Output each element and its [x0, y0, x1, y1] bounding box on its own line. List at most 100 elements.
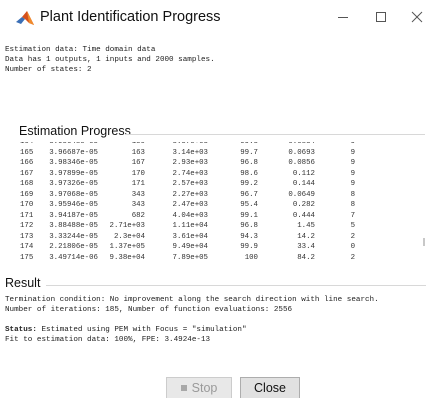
plant-identification-window: Plant Identification Progress Estimation…	[0, 0, 434, 398]
table-cell: 9	[350, 180, 355, 188]
table-cell: 100	[244, 253, 258, 262]
close-icon	[411, 10, 423, 28]
table-cell: 150	[131, 142, 145, 146]
table-cell: 171	[131, 180, 145, 188]
table-cell: 2.71e+03	[109, 222, 145, 230]
table-cell: 173	[20, 232, 34, 241]
table-cell: 5	[350, 222, 355, 230]
iterations-summary: Number of iterations: 185, Number of fun…	[5, 306, 293, 314]
table-cell: 0.0856	[288, 159, 315, 167]
estimation-info: Estimation data: Time domain data Data h…	[5, 45, 215, 75]
table-cell: 3.95648e-05	[49, 142, 98, 146]
info-line: Number of states: 2	[5, 66, 92, 74]
table-cell: 163	[131, 148, 145, 157]
estimation-progress-header: Estimation Progress	[19, 124, 131, 138]
table-cell: 9	[350, 159, 355, 167]
table-cell: 3.33244e-05	[49, 232, 98, 241]
termination-condition: Termination condition: No improvement al…	[5, 296, 379, 304]
table-cell: 33.4	[297, 243, 315, 251]
estimation-progress-table[interactable]: 164 3.95648e-05 150 3.57e+03 99.3 0.0834 9 165 3…	[5, 142, 427, 272]
info-line: Estimation data: Time domain data	[5, 46, 156, 54]
table-cell: 9	[350, 169, 355, 178]
minimize-icon	[337, 10, 349, 28]
table-cell: 0.112	[292, 169, 315, 178]
table-cell: 164	[20, 142, 34, 146]
close-button-label: Close	[254, 381, 286, 395]
window-title: Plant Identification Progress	[40, 9, 221, 25]
scroll-thumb[interactable]	[423, 238, 425, 246]
table-cell: 3.96687e-05	[49, 148, 98, 157]
status-label: Status:	[5, 326, 37, 334]
table-cell: 1.11e+04	[172, 222, 208, 230]
stop-button[interactable]: Stop	[166, 377, 232, 398]
table-cell: 168	[20, 180, 34, 188]
stop-button-label: Stop	[191, 381, 218, 395]
table-cell: 165	[20, 148, 34, 157]
table-cell: 0.0834	[288, 142, 315, 146]
section-divider	[125, 134, 425, 135]
table-cell: 7.89e+05	[172, 253, 208, 262]
minimize-button[interactable]	[322, 4, 364, 34]
table-cell: 0.0693	[288, 148, 315, 157]
table-cell: 166	[20, 159, 34, 167]
table-cell: 0	[350, 243, 355, 251]
table-cell: 96.7	[240, 190, 258, 199]
table-cell: 94.3	[240, 232, 258, 241]
table-cell: 2.57e+03	[172, 180, 208, 188]
table-cell: 171	[20, 211, 34, 220]
table-scrollbar[interactable]	[421, 142, 427, 272]
button-bar: Stop Close	[0, 370, 434, 398]
maximize-icon	[375, 10, 387, 28]
table-cell: 3.88488e-05	[49, 222, 98, 230]
result-header: Result	[5, 276, 41, 290]
table-cell: 3.97068e-05	[49, 190, 98, 199]
table-cell: 2.47e+03	[172, 201, 208, 209]
title-bar: Plant Identification Progress	[0, 0, 434, 40]
table-cell: 2.27e+03	[172, 190, 208, 199]
table-cell: 167	[20, 169, 34, 178]
table-cell: 7	[350, 211, 355, 220]
table-cell: 99.7	[240, 148, 258, 157]
table-cell: 1.45	[297, 222, 315, 230]
table-cell: 3.57e+03	[172, 142, 208, 146]
table-cell: 0.144	[292, 180, 315, 188]
table-cell: 3.14e+03	[172, 148, 208, 157]
table-cell: 3.94187e-05	[49, 211, 98, 220]
table-cell: 84.2	[297, 253, 315, 262]
table-cell: 3.95946e-05	[49, 201, 98, 209]
table-cell: 99.3	[240, 142, 258, 146]
table-cell: 99.9	[240, 243, 258, 251]
table-cell: 2.3e+04	[113, 232, 145, 241]
table-cell: 98.6	[240, 169, 258, 178]
table-cell: 4.04e+03	[172, 211, 208, 220]
table-cell: 174	[20, 243, 34, 251]
stop-icon	[180, 385, 187, 391]
table-viewport: 164 3.95648e-05 150 3.57e+03 99.3 0.0834 9 165 3…	[5, 142, 421, 272]
table-cell: 172	[20, 222, 34, 230]
table-cell: 167	[131, 159, 145, 167]
table-cell: 0.444	[292, 211, 315, 220]
table-cell: 99.1	[240, 211, 258, 220]
table-cell: 3.97899e-05	[49, 169, 98, 178]
status-value: Estimated using PEM with Focus = "simula…	[36, 326, 247, 334]
table-cell: 1.37e+05	[109, 243, 145, 251]
table-cell: 9.38e+04	[109, 253, 145, 262]
table-cell: 682	[131, 211, 145, 220]
info-line: Data has 1 outputs, 1 inputs and 2000 sa…	[5, 56, 215, 64]
table-cell: 9.49e+04	[172, 243, 208, 251]
close-button[interactable]: Close	[240, 377, 300, 398]
table-cell: 3.49714e-06	[49, 253, 98, 262]
table-cell: 175	[20, 253, 34, 262]
table-cell: 170	[20, 201, 34, 209]
table-cell: 99.2	[240, 180, 258, 188]
table-cell: 2	[350, 253, 355, 262]
table-cell: 9	[350, 148, 355, 157]
table-cell: 9	[350, 142, 355, 146]
table-cell: 8	[350, 201, 355, 209]
table-cell: 2.74e+03	[172, 169, 208, 178]
table-cell: 343	[131, 190, 145, 199]
table-cell: 14.2	[297, 232, 315, 241]
close-window-button[interactable]	[396, 4, 434, 34]
table-cell: 95.4	[240, 201, 258, 209]
